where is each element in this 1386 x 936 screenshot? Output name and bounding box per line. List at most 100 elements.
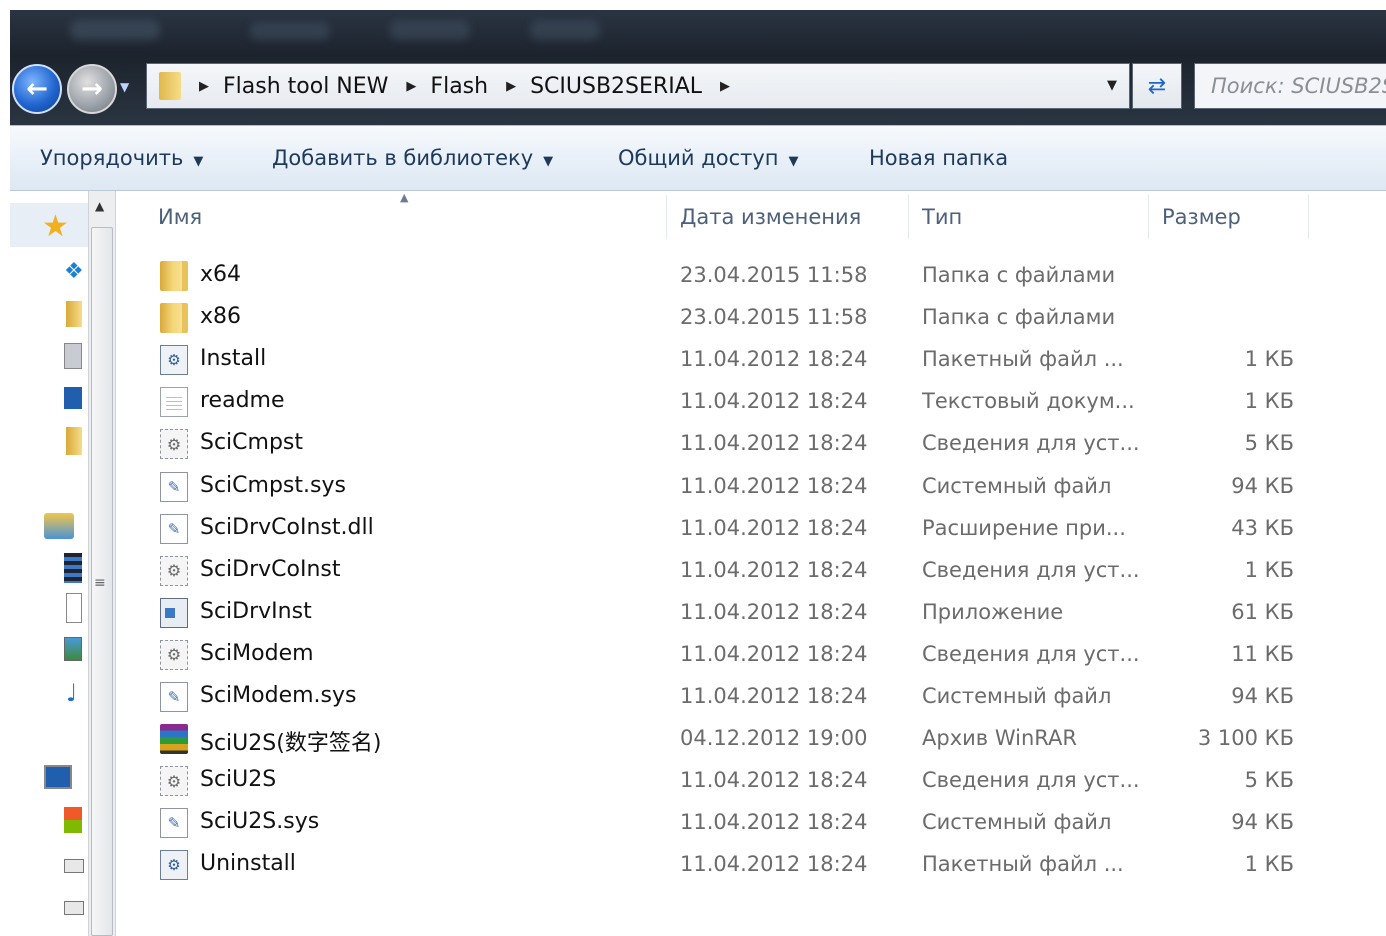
add-to-library-button[interactable]: Добавить в библиотеку ▼: [272, 146, 553, 170]
address-bar[interactable]: ▶ Flash tool NEW ▶ Flash ▶ SCIUSB2SERIAL…: [146, 63, 1130, 109]
star-icon[interactable]: ★: [42, 209, 69, 244]
pictures-icon[interactable]: [64, 637, 82, 661]
organize-label: Упорядочить: [40, 146, 184, 170]
new-folder-button[interactable]: Новая папка: [869, 146, 1008, 170]
share-label: Общий доступ: [618, 146, 779, 170]
search-input[interactable]: Поиск: SCIUSB2SERIAL: [1194, 63, 1386, 109]
drive-icon[interactable]: [64, 901, 84, 915]
computer-icon[interactable]: [44, 765, 72, 789]
chevron-right-icon[interactable]: ▶: [406, 79, 416, 94]
system-file-icon: ✎: [160, 471, 188, 502]
folder-icon[interactable]: [66, 301, 82, 327]
desktop-icon[interactable]: [64, 387, 82, 409]
file-date-modified: 11.04.2012 18:24: [680, 389, 868, 414]
file-size: 94 КБ: [1231, 473, 1294, 498]
caret-down-icon: ▼: [788, 154, 799, 169]
file-name: Install: [200, 346, 267, 372]
file-row[interactable]: ⚙ Uninstall 11.04.2012 18:24 Пакетный файл …: [116, 844, 1386, 886]
file-size: 94 КБ: [1231, 810, 1294, 835]
column-header-type[interactable]: Тип: [922, 205, 962, 229]
file-date-modified: 11.04.2012 18:24: [680, 852, 868, 877]
file-size: 1 КБ: [1244, 389, 1294, 414]
file-row[interactable]: SciU2S(数字签名) 04.12.2012 19:00 Архив WinRAR…: [116, 718, 1386, 760]
dropbox-icon[interactable]: ❖: [64, 259, 84, 284]
file-name: SciDrvInst: [200, 598, 312, 624]
setup-info-icon: ⚙: [160, 555, 188, 586]
file-date-modified: 23.04.2015 11:58: [680, 305, 868, 330]
documents-icon[interactable]: [66, 593, 82, 623]
breadcrumb-item[interactable]: Flash tool NEW: [223, 74, 388, 99]
file-row[interactable]: ✎ SciU2S.sys 11.04.2012 18:24 Системный фай…: [116, 802, 1386, 844]
file-size: 3 100 КБ: [1197, 726, 1294, 751]
grip-icon: ≡: [94, 575, 106, 591]
file-date-modified: 23.04.2015 11:58: [680, 263, 868, 287]
scroll-up-icon[interactable]: ▲: [95, 199, 104, 213]
file-row[interactable]: x64 23.04.2015 11:58 Папка с файлами: [116, 255, 1386, 297]
file-size: 1 КБ: [1244, 347, 1294, 372]
videos-icon[interactable]: [64, 553, 82, 583]
organize-button[interactable]: Упорядочить ▼: [40, 146, 203, 170]
folder-icon[interactable]: [66, 427, 82, 455]
file-row[interactable]: ✎ SciDrvCoInst.dll 11.04.2012 18:24 Расшире…: [116, 508, 1386, 550]
file-row[interactable]: SciDrvInst 11.04.2012 18:24 Приложение 61 К…: [116, 592, 1386, 634]
system-file-icon: ✎: [160, 682, 188, 712]
file-row[interactable]: ⚙ SciU2S 11.04.2012 18:24 Сведения для уст.…: [116, 760, 1386, 802]
refresh-button[interactable]: ⇄: [1132, 63, 1182, 109]
file-row[interactable]: ✎ SciCmpst.sys 11.04.2012 18:24 Системный ф…: [116, 466, 1386, 508]
file-date-modified: 11.04.2012 18:24: [680, 768, 868, 793]
caret-down-icon: ▼: [193, 154, 204, 169]
column-header-name[interactable]: Имя: [158, 205, 202, 229]
batch-file-icon: ⚙: [160, 345, 188, 376]
forward-button[interactable]: →: [67, 64, 117, 114]
text-file-icon: [160, 387, 188, 418]
file-type: Пакетный файл ...: [922, 347, 1124, 372]
file-date-modified: 11.04.2012 18:24: [680, 557, 868, 582]
address-dropdown-button[interactable]: ▼: [1107, 78, 1117, 93]
network-folder-icon[interactable]: [64, 343, 82, 369]
file-type: Папка с файлами: [922, 263, 1116, 287]
windows-drive-icon[interactable]: [64, 807, 82, 833]
column-header-size[interactable]: Размер: [1162, 205, 1241, 229]
file-type: Системный файл: [922, 473, 1112, 498]
file-row[interactable]: readme 11.04.2012 18:24 Текстовый докум...…: [116, 381, 1386, 423]
refresh-icon: ⇄: [1147, 73, 1167, 99]
arrow-right-icon: →: [81, 74, 103, 104]
setup-info-icon: ⚙: [160, 429, 188, 460]
file-size: 61 КБ: [1231, 599, 1294, 624]
file-row[interactable]: ⚙ SciCmpst 11.04.2012 18:24 Сведения для ус…: [116, 423, 1386, 465]
file-date-modified: 11.04.2012 18:24: [680, 684, 868, 708]
batch-file-icon: ⚙: [160, 850, 188, 881]
folder-icon: [160, 261, 188, 291]
share-button[interactable]: Общий доступ ▼: [618, 146, 799, 170]
navigation-scrollbar[interactable]: ▲ ≡: [88, 191, 116, 936]
file-type: Архив WinRAR: [922, 726, 1077, 751]
column-header-date[interactable]: Дата изменения: [680, 205, 861, 229]
file-type: Системный файл: [922, 810, 1112, 835]
libraries-icon[interactable]: [44, 513, 74, 539]
back-button[interactable]: ←: [12, 64, 62, 114]
new-folder-label: Новая папка: [869, 146, 1009, 170]
file-date-modified: 11.04.2012 18:24: [680, 473, 868, 498]
breadcrumb-item[interactable]: SCIUSB2SERIAL: [530, 74, 702, 99]
music-icon[interactable]: ♩: [66, 679, 77, 707]
recent-locations-button[interactable]: ▼: [120, 80, 129, 94]
file-date-modified: 11.04.2012 18:24: [680, 810, 868, 835]
breadcrumb: ▶ Flash tool NEW ▶ Flash ▶ SCIUSB2SERIAL…: [181, 74, 744, 99]
file-date-modified: 11.04.2012 18:24: [680, 599, 868, 624]
file-row[interactable]: ⚙ SciDrvCoInst 11.04.2012 18:24 Сведения дл…: [116, 550, 1386, 592]
chevron-right-icon[interactable]: ▶: [506, 79, 516, 94]
file-size: 11 КБ: [1231, 641, 1294, 666]
file-name: SciModem: [200, 640, 314, 666]
breadcrumb-item[interactable]: Flash: [430, 74, 488, 99]
chevron-right-icon[interactable]: ▶: [199, 79, 209, 94]
file-row[interactable]: ⚙ SciModem 11.04.2012 18:24 Сведения для ус…: [116, 634, 1386, 676]
file-type: Текстовый докум...: [922, 389, 1135, 414]
file-row[interactable]: ⚙ Install 11.04.2012 18:24 Пакетный файл ..…: [116, 339, 1386, 381]
file-row[interactable]: ✎ SciModem.sys 11.04.2012 18:24 Системный ф…: [116, 676, 1386, 718]
file-name: SciDrvCoInst.dll: [200, 514, 374, 540]
drive-icon[interactable]: [64, 859, 84, 873]
chevron-right-icon[interactable]: ▶: [720, 79, 730, 94]
file-date-modified: 04.12.2012 19:00: [680, 726, 868, 751]
file-row[interactable]: x86 23.04.2015 11:58 Папка с файлами: [116, 297, 1386, 339]
file-name: SciCmpst.sys: [200, 472, 346, 498]
